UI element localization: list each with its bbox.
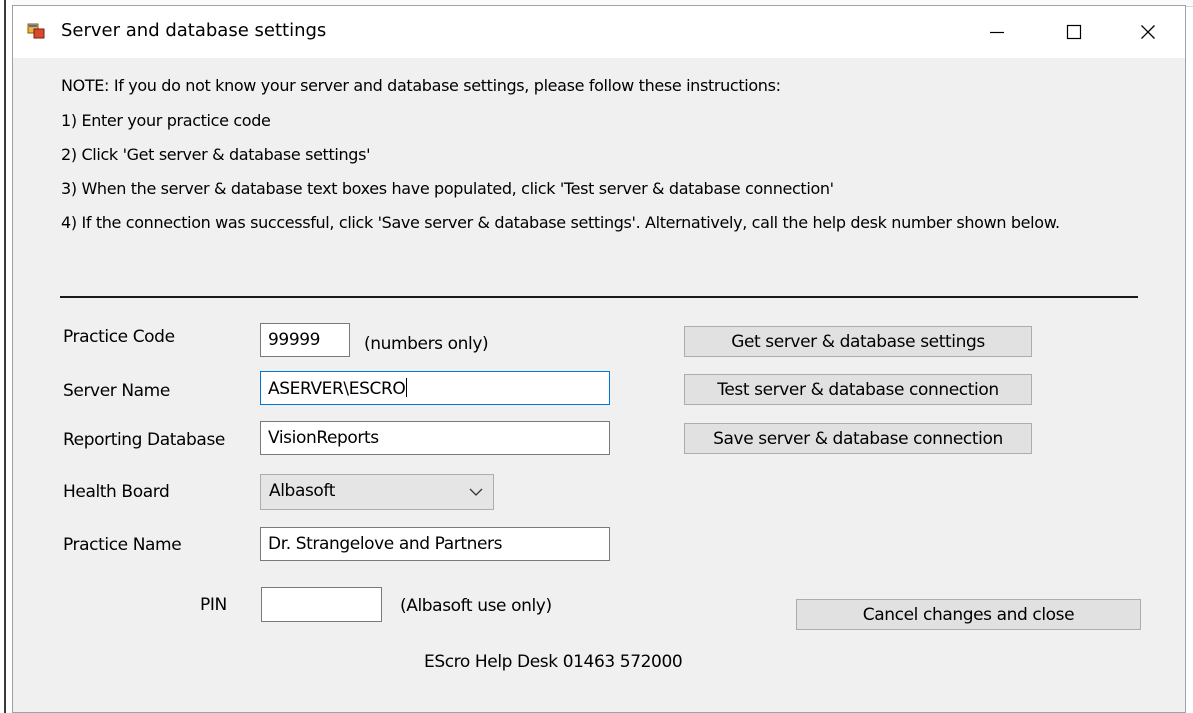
- instruction-step-1: 1) Enter your practice code: [61, 111, 271, 130]
- pin-input[interactable]: [261, 587, 382, 622]
- practice-code-label: Practice Code: [63, 327, 175, 347]
- chevron-down-icon: [469, 488, 483, 496]
- save-connection-button[interactable]: Save server & database connection: [684, 423, 1032, 454]
- get-settings-button[interactable]: Get server & database settings: [684, 326, 1032, 357]
- pin-label: PIN: [200, 595, 227, 615]
- server-name-input[interactable]: ASERVER\ESCRO: [260, 371, 610, 405]
- instructions-note: NOTE: If you do not know your server and…: [61, 76, 781, 95]
- reporting-database-label: Reporting Database: [63, 430, 225, 450]
- test-connection-button[interactable]: Test server & database connection: [684, 374, 1032, 405]
- pin-hint: (Albasoft use only): [400, 596, 552, 616]
- app-icon: [27, 22, 45, 40]
- close-icon: [1141, 25, 1155, 39]
- practice-name-label: Practice Name: [63, 535, 182, 555]
- server-name-value: ASERVER\ESCRO: [268, 379, 406, 399]
- close-button[interactable]: [1117, 6, 1179, 58]
- maximize-icon: [1066, 24, 1082, 40]
- maximize-button[interactable]: [1043, 6, 1105, 58]
- instruction-step-2: 2) Click 'Get server & database settings…: [61, 145, 371, 164]
- reporting-database-input[interactable]: VisionReports: [260, 421, 610, 455]
- instruction-step-4: 4) If the connection was successful, cli…: [61, 213, 1060, 232]
- cancel-close-button[interactable]: Cancel changes and close: [796, 599, 1141, 630]
- health-board-label: Health Board: [63, 482, 170, 502]
- server-name-label: Server Name: [63, 381, 170, 401]
- practice-code-hint: (numbers only): [364, 334, 489, 354]
- health-board-select[interactable]: Albasoft: [260, 474, 494, 510]
- minimize-button[interactable]: [966, 6, 1028, 58]
- help-desk-text: EScro Help Desk 01463 572000: [424, 652, 683, 672]
- health-board-selected: Albasoft: [269, 481, 335, 501]
- minimize-icon: [990, 31, 1004, 34]
- text-caret: [406, 378, 408, 397]
- practice-code-input[interactable]: 99999: [260, 323, 350, 357]
- window-title: Server and database settings: [61, 20, 327, 41]
- practice-name-input[interactable]: Dr. Strangelove and Partners: [260, 527, 610, 561]
- background-window-edge: [0, 0, 12, 713]
- instruction-step-3: 3) When the server & database text boxes…: [61, 179, 834, 198]
- separator-line: [60, 296, 1138, 298]
